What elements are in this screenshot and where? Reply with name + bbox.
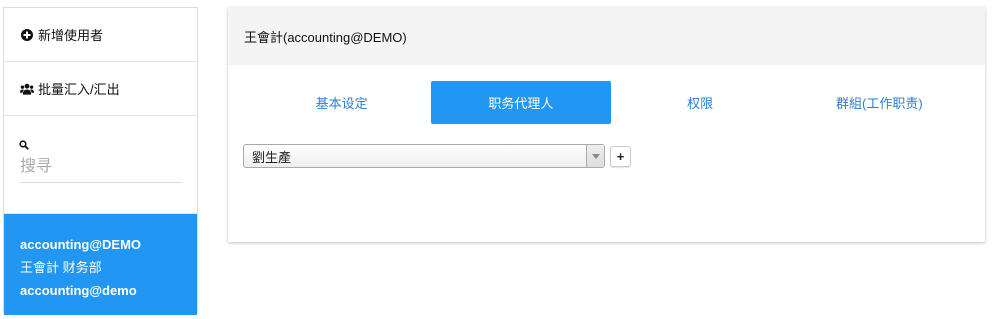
search-input[interactable] (20, 156, 182, 183)
search-area (4, 116, 197, 214)
user-name-dept: 王會計 财务部 (20, 260, 102, 275)
search-icon (19, 138, 29, 150)
add-user-button[interactable]: 新增使用者 (4, 8, 197, 62)
delegate-row: 劉生產 + (243, 144, 631, 168)
delegate-select-value: 劉生產 (252, 149, 292, 165)
tab-groups[interactable]: 群組(工作职责) (790, 81, 969, 124)
user-account: accounting@DEMO (20, 237, 142, 252)
batch-import-export-button[interactable]: 批量汇入/汇出 (4, 62, 197, 116)
tab-permissions[interactable]: 权限 (611, 81, 790, 124)
batch-import-export-label: 批量汇入/汇出 (38, 82, 120, 97)
plus-circle-icon (20, 28, 34, 42)
tab-delegate[interactable]: 职务代理人 (431, 81, 611, 124)
panel-header: 王會計(accounting@DEMO) (228, 7, 985, 65)
delegate-select[interactable]: 劉生產 (243, 144, 605, 168)
user-detail-panel: 王會計(accounting@DEMO) 基本设定 职务代理人 权限 群組(工作… (228, 7, 985, 242)
tab-bar: 基本设定 职务代理人 权限 群組(工作职责) (244, 81, 969, 124)
sidebar: 新增使用者 批量汇入/汇出 accounting@DEMO 王會計 财务部 ac… (3, 7, 198, 315)
user-email: accounting@demo (20, 283, 137, 298)
add-user-label: 新增使用者 (38, 28, 104, 43)
tab-basic-settings[interactable]: 基本设定 (252, 81, 431, 124)
caret-down-icon (586, 145, 604, 167)
panel-title: 王會計(accounting@DEMO) (244, 29, 407, 45)
users-icon (20, 82, 34, 96)
add-delegate-button[interactable]: + (610, 145, 631, 167)
selected-user-card[interactable]: accounting@DEMO 王會計 财务部 accounting@demo (4, 214, 197, 315)
